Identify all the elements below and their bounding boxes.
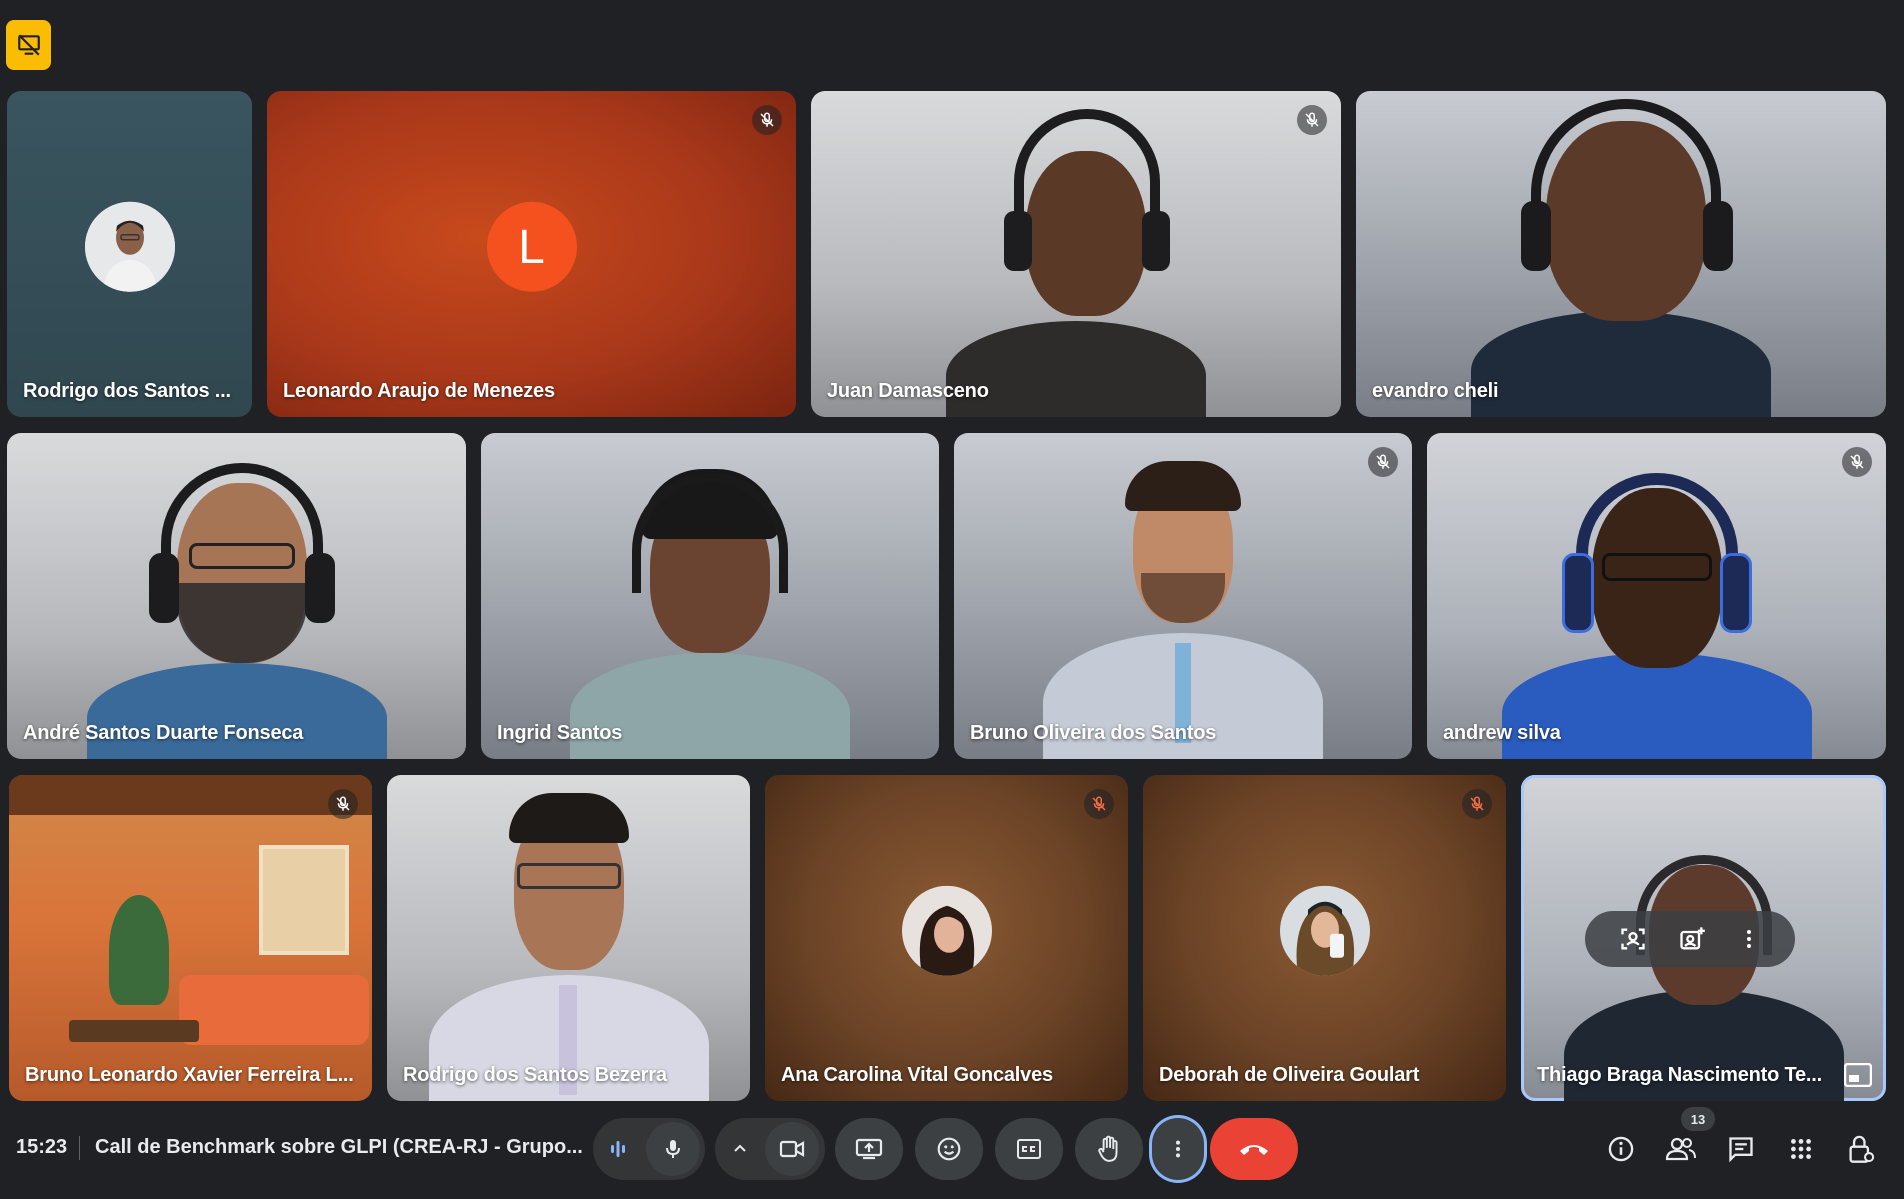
meeting-clock: 15:23 [16, 1136, 68, 1158]
meeting-title: Call de Benchmark sobre GLPI (CREA-RJ - … [95, 1136, 583, 1158]
mic-off-icon [1297, 105, 1327, 135]
participant-tile[interactable]: Ingrid Santos [481, 433, 939, 759]
participant-tile[interactable]: evandro cheli [1356, 91, 1886, 417]
participant-name: andrew silva [1443, 722, 1561, 744]
mic-off-icon [1084, 789, 1114, 819]
participant-name: Leonardo Araujo de Menezes [283, 380, 555, 402]
participant-tile[interactable]: Bruno Oliveira dos Santos [954, 433, 1412, 759]
participant-video [1033, 433, 1333, 759]
add-photo-icon[interactable] [1678, 925, 1706, 953]
presentation-off-icon [17, 34, 40, 56]
captions-button[interactable] [995, 1118, 1063, 1180]
activities-button[interactable] [1784, 1132, 1818, 1166]
camera-button[interactable] [765, 1122, 819, 1176]
audio-level-icon [603, 1134, 633, 1164]
apps-icon [1791, 1139, 1811, 1159]
participant-video [419, 775, 719, 1101]
chat-button[interactable] [1724, 1132, 1758, 1166]
avatar [84, 201, 175, 292]
participant-video [906, 91, 1246, 417]
host-controls-button[interactable] [1844, 1132, 1878, 1166]
participant-tile[interactable]: andrew silva [1427, 433, 1886, 759]
present-screen-button[interactable] [835, 1118, 903, 1180]
people-icon [1665, 1137, 1696, 1161]
captions-icon [1017, 1139, 1041, 1159]
meeting-toolbar: 15:23 Call de Benchmark sobre GLPI (CREA… [0, 1107, 1904, 1190]
participant-video [560, 433, 860, 759]
participant-name: Rodrigo dos Santos Bezerra [403, 1064, 667, 1086]
mic-off-icon [1368, 447, 1398, 477]
participant-name: Bruno Oliveira dos Santos [970, 722, 1217, 744]
avatar [901, 885, 992, 976]
participant-tile[interactable]: Deborah de Oliveira Goulart [1143, 775, 1506, 1101]
participant-name: Ana Carolina Vital Goncalves [781, 1064, 1053, 1086]
mic-button[interactable] [646, 1122, 700, 1176]
reactions-button[interactable] [915, 1118, 983, 1180]
raise-hand-button[interactable] [1075, 1118, 1143, 1180]
divider [79, 1136, 80, 1160]
participant-video [1441, 91, 1801, 417]
mic-off-icon [1842, 447, 1872, 477]
tile-hover-controls [1585, 911, 1795, 967]
participant-name: Rodrigo dos Santos ... [23, 380, 231, 402]
participant-tile-selected[interactable]: Thiago Braga Nascimento Te... [1521, 775, 1886, 1101]
participant-video [1492, 433, 1822, 759]
meeting-info-button[interactable] [1604, 1132, 1638, 1166]
chat-icon [1729, 1137, 1753, 1163]
present-screen-icon [855, 1138, 883, 1160]
camera-control-group [715, 1118, 825, 1180]
participant-tile[interactable]: Rodrigo dos Santos Bezerra [387, 775, 750, 1101]
participant-name: Bruno Leonardo Xavier Ferreira L... [25, 1064, 354, 1086]
participant-count-badge: 13 [1681, 1107, 1715, 1131]
info-icon [1608, 1136, 1634, 1162]
participant-video [77, 433, 397, 759]
mic-control-group [593, 1118, 705, 1180]
raise-hand-icon [1098, 1135, 1118, 1162]
mic-off-icon [752, 105, 782, 135]
avatar [1279, 885, 1370, 976]
participant-name: Deborah de Oliveira Goulart [1159, 1064, 1420, 1086]
participant-name: Thiago Braga Nascimento Te... [1537, 1064, 1823, 1086]
participant-tile[interactable]: Bruno Leonardo Xavier Ferreira L... [9, 775, 372, 1101]
more-options-button[interactable] [1152, 1118, 1204, 1180]
participant-tile[interactable]: Juan Damasceno [811, 91, 1341, 417]
more-vert-icon[interactable] [1737, 927, 1761, 951]
participant-tile[interactable]: Ana Carolina Vital Goncalves [765, 775, 1128, 1101]
more-vert-icon [1175, 1140, 1181, 1158]
emoji-icon [937, 1137, 961, 1161]
frame-person-icon[interactable] [1619, 925, 1647, 953]
mic-off-icon [328, 789, 358, 819]
avatar: L [486, 201, 577, 292]
participant-name: André Santos Duarte Fonseca [23, 722, 304, 744]
participant-tile[interactable]: L Leonardo Araujo de Menezes [267, 91, 796, 417]
host-controls-icon [1849, 1135, 1875, 1163]
camera-icon [779, 1140, 805, 1158]
end-call-icon [1240, 1145, 1268, 1155]
end-call-button[interactable] [1210, 1118, 1298, 1180]
chevron-up-icon[interactable] [725, 1134, 755, 1164]
participant-name: evandro cheli [1372, 380, 1499, 402]
participant-tile[interactable]: Rodrigo dos Santos ... [7, 91, 252, 417]
participant-name: Juan Damasceno [827, 380, 989, 402]
virtual-background [9, 775, 372, 1101]
mic-icon [666, 1140, 680, 1158]
people-button[interactable] [1664, 1132, 1698, 1166]
participant-tile[interactable]: André Santos Duarte Fonseca [7, 433, 466, 759]
participant-name: Ingrid Santos [497, 722, 623, 744]
pip-icon[interactable] [1843, 1062, 1873, 1088]
presentation-off-badge[interactable] [6, 20, 51, 70]
mic-off-icon [1462, 789, 1492, 819]
